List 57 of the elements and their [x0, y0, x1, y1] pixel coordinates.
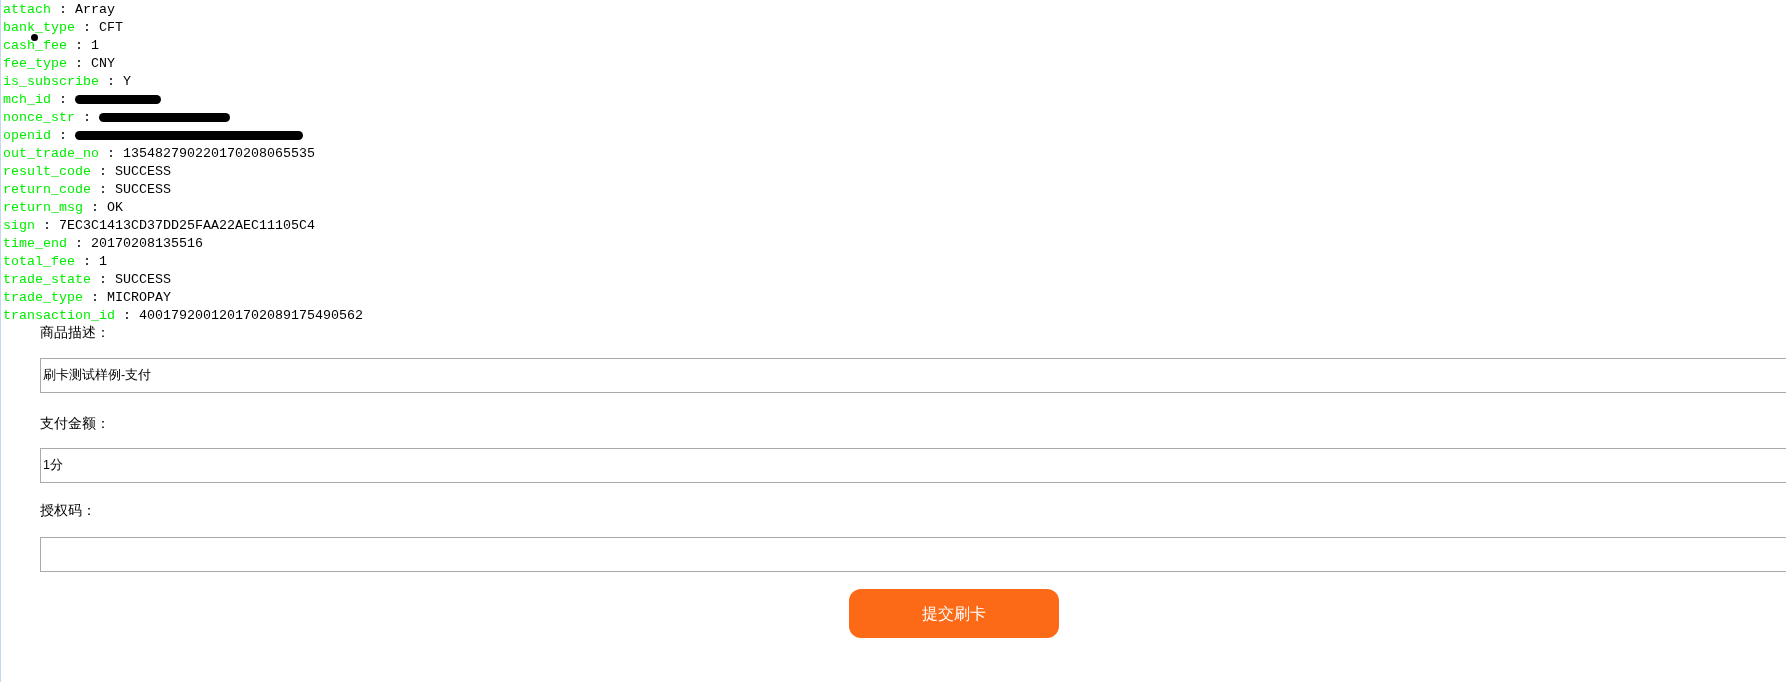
field-key: total_fee — [3, 254, 75, 268]
field-key: nonce_str — [3, 110, 75, 124]
key-separator: : — [59, 128, 67, 142]
field-value: SUCCESS — [115, 272, 171, 286]
field-key: transaction_id — [3, 308, 115, 322]
key-separator: : — [83, 20, 91, 34]
field-key: result_code — [3, 164, 91, 178]
field-value: 7EC3C1413CD37DD25FAA22AEC11105C4 — [59, 218, 315, 232]
field-value: 135482790220170208065535 — [123, 146, 315, 160]
key-separator: : — [91, 200, 99, 214]
key-separator: : — [43, 218, 51, 232]
key-separator: : — [75, 236, 83, 250]
field-key: bank_type — [3, 20, 75, 34]
key-separator: : — [75, 38, 83, 52]
key-separator: : — [99, 272, 107, 286]
field-key: openid — [3, 128, 51, 142]
field-value: 1 — [91, 38, 99, 52]
field-value: CNY — [91, 56, 115, 70]
text-input[interactable]: 刷卡测试样例-支付 — [40, 358, 1786, 393]
field-label: 支付金额： — [40, 415, 110, 431]
field-key: return_msg — [3, 200, 83, 214]
key-separator: : — [107, 146, 115, 160]
field-key: fee_type — [3, 56, 67, 70]
field-value: 20170208135516 — [91, 236, 203, 250]
field-value: Y — [123, 74, 131, 88]
field-key: trade_state — [3, 272, 91, 286]
field-key: attach — [3, 2, 51, 16]
field-key: cash_fee — [3, 38, 67, 52]
key-separator: : — [75, 56, 83, 70]
key-separator: : — [59, 92, 67, 106]
field-value: Array — [75, 2, 115, 16]
field-value: SUCCESS — [115, 182, 171, 196]
field-value: 4001792001201702089175490562 — [139, 308, 363, 322]
key-separator: : — [123, 308, 131, 322]
key-separator: : — [107, 74, 115, 88]
field-value: 1 — [99, 254, 107, 268]
field-key: return_code — [3, 182, 91, 196]
field-key: sign — [3, 218, 35, 232]
key-separator: : — [83, 254, 91, 268]
key-separator: : — [91, 290, 99, 304]
field-key: mch_id — [3, 92, 51, 106]
field-value: MICROPAY — [107, 290, 171, 304]
key-separator: : — [83, 110, 91, 124]
field-key: time_end — [3, 236, 67, 250]
field-value: OK — [107, 200, 123, 214]
field-value: CFT — [99, 20, 123, 34]
key-separator: : — [99, 182, 107, 196]
key-separator: : — [59, 2, 67, 16]
field-value: SUCCESS — [115, 164, 171, 178]
field-label: 授权码： — [40, 502, 96, 518]
field-key: is_subscribe — [3, 74, 99, 88]
text-input[interactable]: 1分 — [40, 448, 1786, 483]
text-input[interactable] — [40, 537, 1786, 572]
field-label: 商品描述： — [40, 324, 110, 340]
field-key: trade_type — [3, 290, 83, 304]
field-key: out_trade_no — [3, 146, 99, 160]
key-separator: : — [99, 164, 107, 178]
